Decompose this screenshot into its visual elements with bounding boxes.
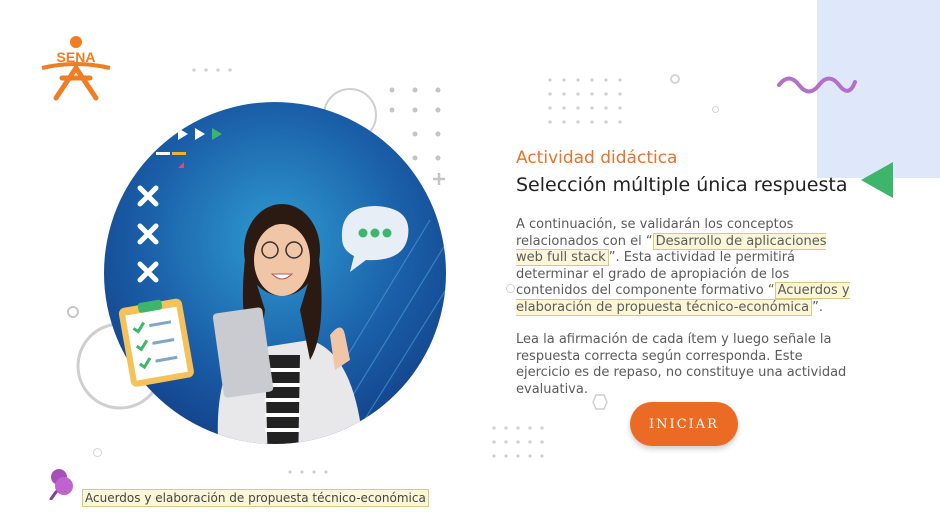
decorative-circle <box>712 106 719 113</box>
decorative-circle <box>506 284 515 293</box>
footer-component-label: Acuerdos y elaboración de propuesta técn… <box>82 489 429 507</box>
activity-title: Selección múltiple única respuesta <box>516 174 848 196</box>
decorative-wave <box>777 76 857 94</box>
decorative-triangle <box>861 162 893 198</box>
decorative-circle <box>670 74 680 84</box>
hero-illustration <box>76 87 446 444</box>
activity-description: A continuación, se validarán los concept… <box>516 217 852 316</box>
activity-kicker: Actividad didáctica <box>516 148 678 168</box>
decorative-dots <box>548 78 622 124</box>
pin-icon <box>49 469 73 500</box>
start-button[interactable]: INICIAR <box>630 402 738 446</box>
decorative-dots <box>492 426 544 458</box>
description-text: ”. <box>812 299 823 315</box>
activity-instructions: Lea la afirmación de cada ítem y luego s… <box>516 332 847 397</box>
